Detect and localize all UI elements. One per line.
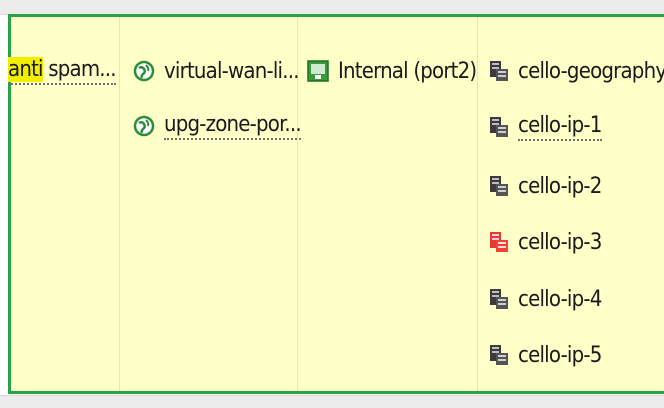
dest-entry-label: cello-ip-2	[518, 173, 602, 199]
dest-entry-cello-geography[interactable]: cello-geography	[487, 51, 664, 91]
source-cell[interactable]: virtual-wan-li... upg-zone-por...	[119, 17, 302, 391]
dest-entry-cello-ip-5[interactable]: cello-ip-5	[487, 335, 602, 375]
source-entry-upg-zone[interactable]: upg-zone-por...	[133, 106, 302, 146]
interface-entry-label: Internal (port2)	[338, 58, 477, 84]
policy-name[interactable]: anti spam...	[8, 51, 117, 91]
server-address-icon	[487, 116, 509, 138]
interface-port-icon	[307, 60, 329, 82]
zone-globe-icon	[133, 115, 155, 137]
server-address-icon	[487, 60, 509, 82]
policy-name-text[interactable]: anti spam...	[8, 57, 117, 85]
dest-entry-cello-ip-2[interactable]: cello-ip-2	[487, 166, 602, 206]
dest-entry-label: cello-ip-5	[518, 342, 602, 368]
interface-entry-internal[interactable]: Internal (port2)	[307, 51, 477, 91]
policy-name-rest: spam...	[42, 57, 116, 82]
source-entry-label: upg-zone-por...	[164, 112, 302, 140]
server-address-error-icon	[487, 231, 509, 253]
search-highlight: anti	[8, 57, 44, 82]
dest-entry-label: cello-ip-4	[518, 286, 602, 312]
dest-entry-label: cello-geography	[518, 58, 664, 84]
server-address-icon	[487, 288, 509, 310]
zone-globe-icon	[133, 60, 155, 82]
dest-entry-cello-ip-3[interactable]: cello-ip-3	[487, 222, 602, 262]
source-entry-virtual-wan-link[interactable]: virtual-wan-li...	[133, 51, 299, 91]
dest-entry-cello-ip-1[interactable]: cello-ip-1	[487, 107, 602, 147]
policy-table-view: anti spam... virtual-wan-li... upg-zone-…	[0, 0, 664, 408]
dest-entry-cello-ip-4[interactable]: cello-ip-4	[487, 279, 602, 319]
policy-row-selected[interactable]: anti spam... virtual-wan-li... upg-zone-…	[8, 14, 664, 394]
dest-entry-label: cello-ip-3	[518, 229, 602, 255]
policy-name-cell[interactable]: anti spam...	[8, 17, 120, 391]
interface-cell[interactable]: Internal (port2)	[297, 17, 478, 391]
next-row-edge	[0, 395, 664, 408]
server-address-icon	[487, 175, 509, 197]
source-entry-label: virtual-wan-li...	[164, 58, 299, 84]
server-address-icon	[487, 344, 509, 366]
previous-row-edge	[0, 0, 664, 15]
destination-cell[interactable]: cello-geography cello-ip-1 cello-ip-2 ce…	[477, 17, 664, 391]
dest-entry-label: cello-ip-1	[518, 113, 602, 141]
